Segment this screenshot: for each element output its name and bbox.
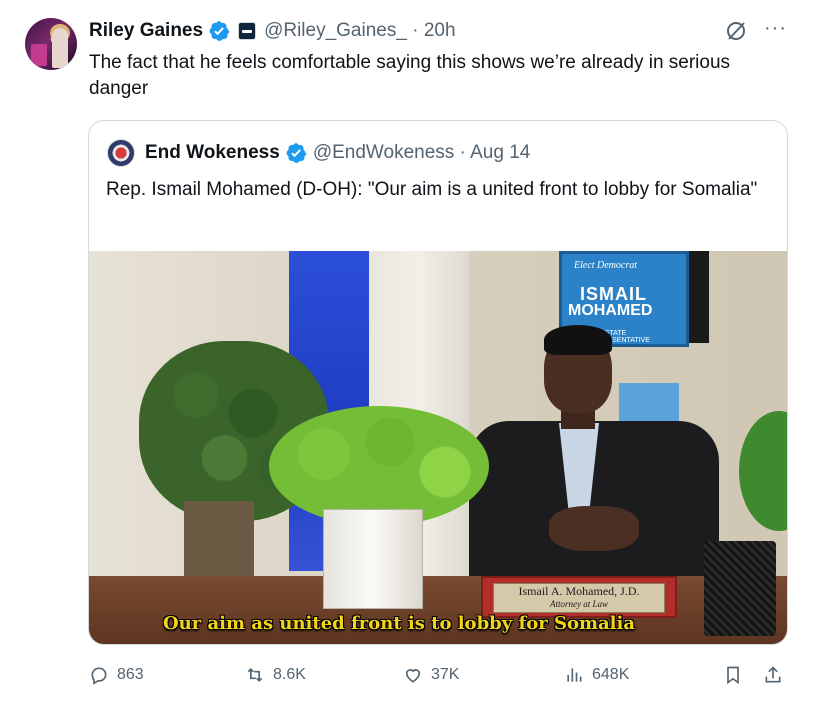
header-actions: ··· [724,18,787,44]
sign-line-3: MOHAMED [568,302,653,319]
views-count: 648K [592,666,630,683]
tweet-header: Riley Gaines @Riley_Gaines_ · 20h [89,18,456,44]
author-avatar[interactable] [25,18,77,70]
speaker-hair [544,325,612,355]
quote-avatar[interactable] [107,139,135,167]
quote-video[interactable]: Elect Democrat ISMAIL MOHAMED FOR STATE … [89,251,787,644]
repost-button[interactable]: 8.6K [245,660,306,690]
nameplate: Ismail A. Mohamed, J.D. Attorney at Law [481,576,677,618]
sign-line-1: Elect Democrat [574,260,638,271]
views-icon [567,668,582,682]
nameplate-line-1: Ismail A. Mohamed, J.D. [518,584,640,598]
avatar-podium [31,44,47,66]
reply-count: 863 [117,666,144,683]
quote-handle-text: @EndWokeness [312,142,455,163]
handle-text: @Riley_Gaines_ [264,20,407,41]
tv-screen [689,251,709,343]
verified-badge-icon[interactable] [285,142,307,164]
reply-button[interactable]: 863 [89,660,144,690]
video-caption-text: Our aim as united front is to lobby for … [162,613,636,634]
bookmark-button[interactable] [723,660,743,690]
repost-icon [247,667,263,683]
quote-text: Rep. Ismail Mohamed (D-OH): "Our aim is … [106,179,758,200]
desk [89,576,787,644]
action-bar: 863 8.6K 37K 648K [89,660,789,690]
like-count: 37K [431,666,460,683]
tweet-time[interactable]: 20h [424,20,456,41]
share-icon [765,666,781,683]
avatar-figure [52,28,68,68]
quoted-tweet[interactable]: End Wokeness @EndWokeness · Aug 14 Rep. … [88,120,788,645]
quote-handle[interactable]: @EndWokeness · Aug 14 [313,142,531,164]
nameplate-inner: Ismail A. Mohamed, J.D. Attorney at Law [493,583,665,613]
author-handle[interactable]: @Riley_Gaines_ · 20h [264,20,455,42]
speaker-hands [549,506,639,551]
front-plant [269,406,489,526]
repost-count: 8.6K [273,666,306,683]
affiliate-badge-icon[interactable] [238,22,257,40]
share-button[interactable] [763,660,783,690]
verified-badge-icon[interactable] [208,20,230,42]
planter-box [323,509,423,609]
grok-icon[interactable] [724,19,748,43]
quote-header: End Wokeness @EndWokeness · Aug 14 [107,139,530,167]
nameplate-line-2: Attorney at Law [550,599,608,609]
quote-time: Aug 14 [470,142,531,163]
views-button[interactable]: 648K [564,660,629,690]
quote-author-name[interactable]: End Wokeness [145,142,280,164]
more-icon[interactable]: ··· [764,18,787,38]
video-caption: Our aim as united front is to lobby for … [89,613,787,634]
tweet-text: The fact that he feels comfortable sayin… [89,52,731,99]
like-icon [405,669,421,683]
author-name[interactable]: Riley Gaines [89,20,203,42]
tweet[interactable]: Riley Gaines @Riley_Gaines_ · 20h ··· Th… [0,0,827,703]
like-button[interactable]: 37K [403,660,459,690]
bookmark-icon [727,666,739,685]
reply-icon [91,667,107,685]
